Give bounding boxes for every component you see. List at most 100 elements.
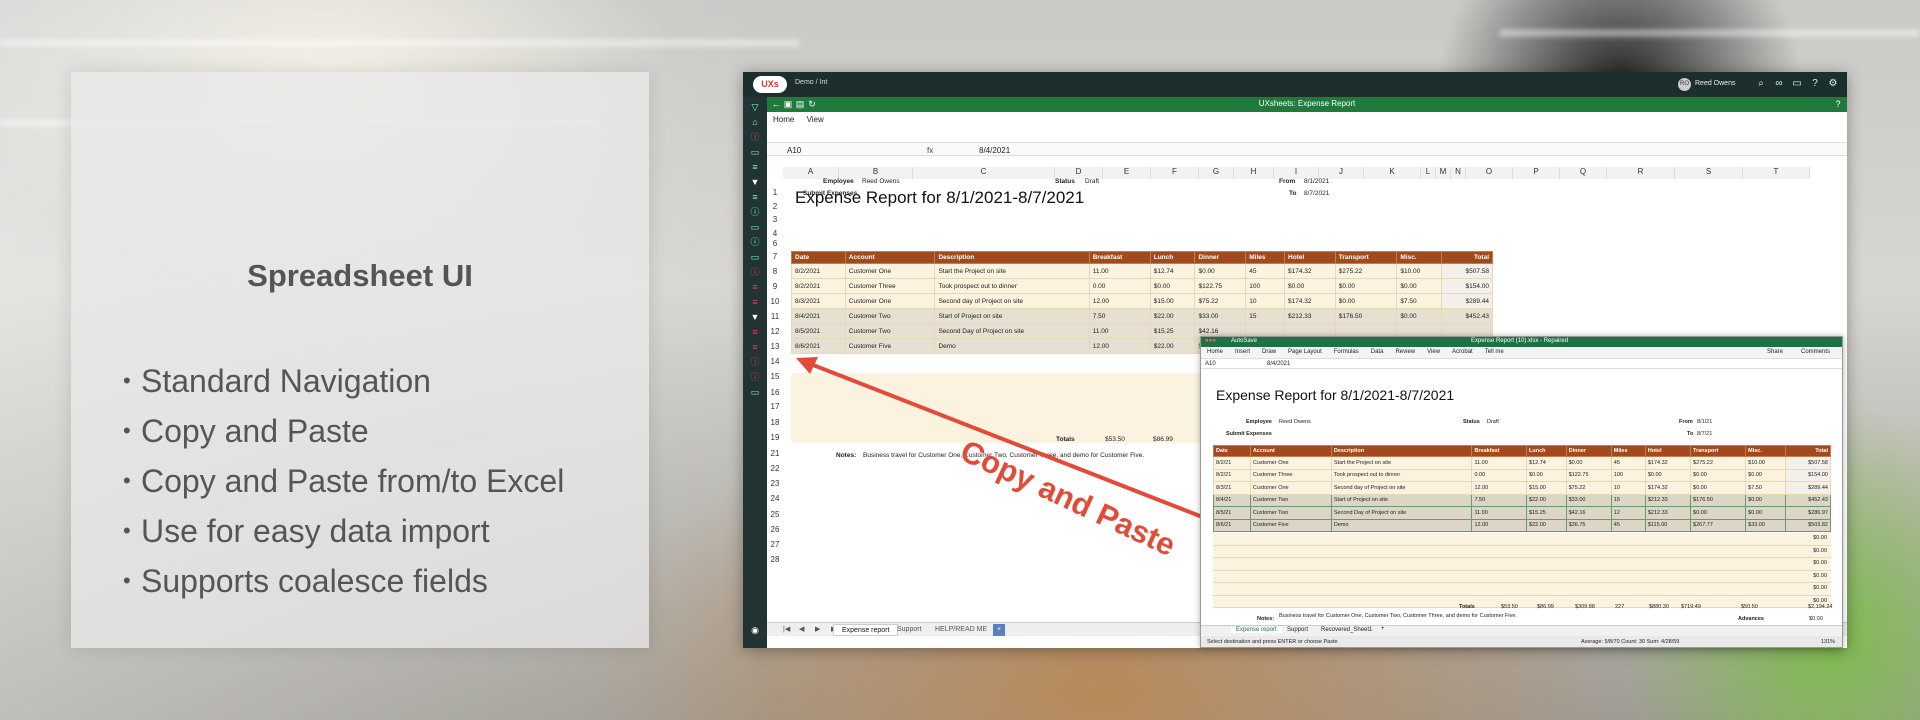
excel-notes-value[interactable]: Business travel for Customer One, Custom… (1279, 613, 1517, 619)
excel-tab-support[interactable]: Support (1287, 627, 1308, 633)
table-cell[interactable]: $0.00 (1745, 468, 1786, 482)
ribbon-tab[interactable]: Insert (1235, 349, 1250, 355)
table-cell[interactable]: 100 (1610, 468, 1646, 482)
table-row[interactable]: 8/2/21 Customer Three Took prospect out to… (1213, 468, 1832, 482)
autosave-label[interactable]: AutoSave (1231, 338, 1257, 344)
table-cell[interactable]: $0.00 (1690, 468, 1747, 482)
table-cell[interactable]: $15.25 (1526, 506, 1567, 520)
table-row[interactable]: 8/2/21 Customer One Start the Project on s… (1213, 456, 1832, 470)
table-cell[interactable]: 10 (1610, 481, 1646, 495)
table-cell[interactable]: $154.00 (1784, 468, 1832, 482)
table-cell[interactable]: $22.00 (1526, 518, 1567, 532)
table-cell[interactable]: Took prospect out to dinner (1330, 468, 1473, 482)
table-row[interactable]: $0.00 (1213, 533, 1831, 546)
table-cell[interactable]: $0.00 (1644, 468, 1692, 482)
table-cell[interactable]: 8/5/21 (1213, 506, 1251, 520)
table-header[interactable]: Breakfast (1471, 445, 1528, 457)
table-cell[interactable]: Second day of Project on site (1330, 481, 1473, 495)
ribbon-tab[interactable]: Formulas (1334, 349, 1359, 355)
table-cell[interactable]: Customer One (1249, 481, 1332, 495)
table-header[interactable]: Date (1213, 445, 1251, 457)
comments-button[interactable]: Comments (1801, 349, 1830, 355)
excel-zoom[interactable]: 131% (1821, 639, 1835, 645)
table-cell[interactable]: $0.00 (1565, 456, 1612, 470)
table-cell[interactable]: Customer Two (1249, 493, 1332, 507)
excel-submit-expenses[interactable]: Submit Expenses (1226, 431, 1272, 437)
table-cell[interactable]: $286.97 (1784, 506, 1832, 520)
table-header[interactable]: Hotel (1644, 445, 1692, 457)
table-row[interactable]: $0.00 (1213, 558, 1831, 571)
table-cell[interactable]: 0.00 (1471, 468, 1528, 482)
table-cell[interactable]: $33.00 (1745, 518, 1786, 532)
table-row[interactable]: 8/3/21 Customer One Second day of Project … (1213, 481, 1832, 495)
table-row[interactable]: 8/5/21 Customer Two Second Day of Project … (1213, 506, 1832, 520)
ribbon-tab[interactable]: Draw (1262, 349, 1276, 355)
excel-tab-expense-report[interactable]: Expense report (1231, 627, 1282, 633)
table-cell[interactable]: $212.33 (1644, 506, 1692, 520)
ribbon-tab[interactable]: Review (1395, 349, 1415, 355)
ribbon-tab[interactable]: Data (1371, 349, 1384, 355)
table-cell[interactable]: 7.50 (1471, 493, 1528, 507)
excel-add-sheet-icon[interactable]: + (1381, 626, 1385, 632)
table-header[interactable]: Account (1249, 445, 1332, 457)
table-cell[interactable]: $174.32 (1644, 481, 1692, 495)
table-cell[interactable]: Second Day of Project on site (1330, 506, 1473, 520)
table-cell[interactable]: $115.00 (1644, 518, 1692, 532)
ribbon-tab[interactable]: Acrobat (1452, 349, 1473, 355)
table-cell[interactable]: $0.00 (1745, 506, 1786, 520)
table-header[interactable]: Miles (1610, 445, 1646, 457)
table-cell[interactable]: 8/6/21 (1213, 518, 1251, 532)
table-cell[interactable]: $0.00 (1526, 468, 1567, 482)
table-cell[interactable]: $507.58 (1784, 456, 1832, 470)
table-cell[interactable]: $15.00 (1526, 481, 1567, 495)
table-cell[interactable]: 12 (1610, 506, 1646, 520)
table-cell[interactable]: Demo (1330, 518, 1473, 532)
table-cell[interactable]: $267.77 (1690, 518, 1747, 532)
table-cell[interactable]: $212.33 (1644, 493, 1692, 507)
table-cell[interactable]: Start the Project on site (1330, 456, 1473, 470)
table-row[interactable]: $0.00 (1213, 595, 1831, 608)
ribbon-tab[interactable]: Tell me (1485, 349, 1504, 355)
table-cell[interactable]: $122.75 (1565, 468, 1612, 482)
table-header[interactable]: Transport (1690, 445, 1747, 457)
table-header[interactable]: Total (1784, 445, 1832, 457)
ribbon-tab[interactable]: Home (1207, 349, 1223, 355)
ribbon-tab[interactable]: View (1427, 349, 1440, 355)
table-row[interactable]: $0.00 (1213, 583, 1831, 596)
table-cell[interactable]: $0.00 (1813, 535, 1827, 541)
table-row[interactable]: 8/4/21 Customer Two Start of Project on si… (1213, 493, 1832, 507)
table-cell[interactable]: 45 (1610, 518, 1646, 532)
ribbon-tab[interactable]: Page Layout (1288, 349, 1322, 355)
excel-name-box[interactable]: A10 (1205, 361, 1216, 367)
table-cell[interactable]: Customer Two (1249, 506, 1332, 520)
table-cell[interactable]: 11.00 (1471, 506, 1528, 520)
table-cell[interactable]: 45 (1610, 456, 1646, 470)
table-cell[interactable]: $176.50 (1690, 493, 1747, 507)
table-cell[interactable]: 8/4/21 (1213, 493, 1251, 507)
table-row[interactable]: $0.00 (1213, 570, 1831, 583)
table-cell[interactable]: $289.44 (1784, 481, 1832, 495)
table-cell[interactable]: 12.00 (1471, 481, 1528, 495)
share-button[interactable]: Share (1767, 349, 1783, 355)
table-header[interactable]: Lunch (1526, 445, 1567, 457)
table-cell[interactable]: $0.00 (1813, 598, 1827, 604)
table-cell[interactable]: $0.00 (1690, 506, 1747, 520)
table-cell[interactable]: 15 (1610, 493, 1646, 507)
table-cell[interactable]: 8/2/21 (1213, 468, 1251, 482)
table-cell[interactable]: $7.50 (1745, 481, 1786, 495)
table-cell[interactable]: $275.22 (1690, 456, 1747, 470)
table-cell[interactable]: $503.82 (1784, 518, 1832, 532)
table-cell[interactable]: 12.00 (1471, 518, 1528, 532)
excel-formula-input[interactable]: 8/4/2021 (1267, 361, 1290, 367)
table-cell[interactable]: Start of Project on site (1330, 493, 1473, 507)
excel-status-value[interactable]: Draft (1487, 419, 1499, 425)
table-cell[interactable]: 8/3/21 (1213, 481, 1251, 495)
table-cell[interactable]: $10.00 (1745, 456, 1786, 470)
excel-from-value[interactable]: 8/1/21 (1697, 419, 1712, 425)
table-cell[interactable]: $0.00 (1690, 481, 1747, 495)
table-cell[interactable]: $0.00 (1813, 548, 1827, 554)
table-cell[interactable]: $33.00 (1565, 493, 1612, 507)
table-row[interactable]: $0.00 (1213, 545, 1831, 558)
table-cell[interactable]: $0.00 (1813, 585, 1827, 591)
table-cell[interactable]: 8/2/21 (1213, 456, 1251, 470)
